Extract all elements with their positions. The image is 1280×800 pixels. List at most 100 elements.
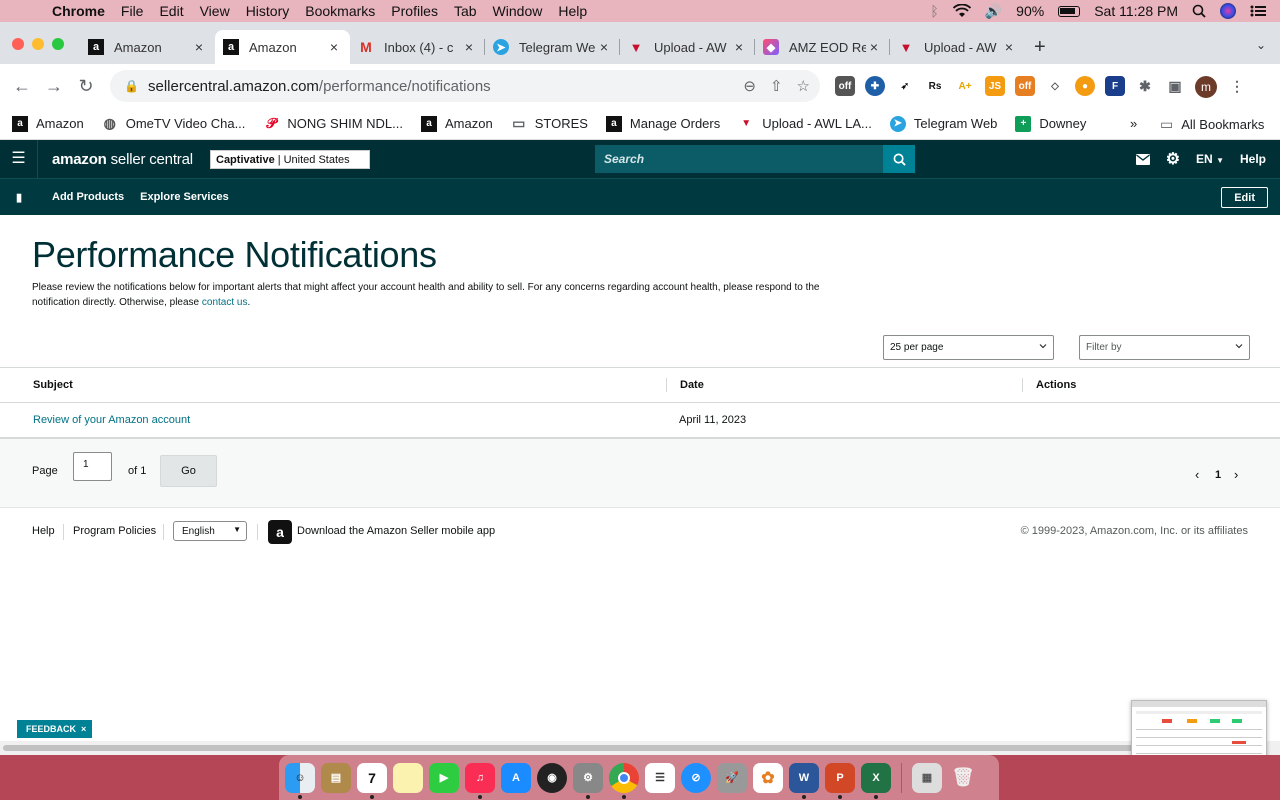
extension-off-icon[interactable]: off [835,76,855,96]
language-selector[interactable]: EN ▼ [1196,152,1224,166]
music-icon[interactable]: ♫ [465,762,495,799]
menu-view[interactable]: View [192,3,238,19]
system-preferences-icon[interactable]: ⚙ [573,762,603,799]
extension-rs-icon[interactable]: Rs [925,76,945,96]
store-switcher[interactable]: Captivative | United States [210,150,370,169]
close-tab-icon[interactable]: × [731,39,747,55]
contact-us-link[interactable]: contact us [202,297,248,308]
explore-services-link[interactable]: Explore Services [140,191,229,203]
notebook-app-icon[interactable]: ▤ [321,762,351,793]
word-icon[interactable]: W [789,762,819,799]
bookmark-telegram[interactable]: ➤ Telegram Web [889,115,997,132]
close-tab-icon[interactable]: × [461,39,477,55]
horizontal-scrollbar[interactable] [0,741,1280,755]
share-icon[interactable]: ⇧ [770,77,783,95]
extension-dart-icon[interactable]: ➶ [895,76,915,96]
footer-language-select[interactable]: English ▼ [173,521,247,541]
search-button[interactable] [883,145,915,173]
powerpoint-icon[interactable]: P [825,762,855,799]
tab-amazon-1[interactable]: a Amazon × [80,30,215,64]
close-tab-icon[interactable]: × [866,39,882,55]
photos-icon[interactable]: ✿ [753,762,783,793]
forward-button[interactable]: → [38,76,70,97]
zoom-window-button[interactable] [52,38,64,50]
safari-icon[interactable]: ⊘ [681,762,711,793]
siri-icon[interactable] [1220,3,1236,19]
program-policies-link[interactable]: Program Policies [73,525,156,537]
chrome-icon[interactable] [609,762,639,799]
extension-off2-icon[interactable]: off [1015,76,1035,96]
tab-amz-eod[interactable]: ◆ AMZ EOD Re × [755,30,890,64]
next-page-icon[interactable]: › [1234,467,1238,482]
seller-central-logo[interactable]: amazon seller central [52,151,193,168]
close-tab-icon[interactable]: × [326,39,342,55]
bookmarks-overflow-button[interactable]: » [1130,116,1137,131]
tab-upload-awl-2[interactable]: ▼ Upload - AW × [890,30,1025,64]
extension-f-icon[interactable]: F [1105,76,1125,96]
edit-button[interactable]: Edit [1221,187,1268,208]
notification-subject-link[interactable]: Review of your Amazon account [33,414,190,426]
menu-bookmarks[interactable]: Bookmarks [297,3,383,19]
menu-app-chrome[interactable]: Chrome [38,3,113,19]
feedback-button[interactable]: FEEDBACK × [17,720,93,738]
reminders-icon[interactable]: ☰ [645,762,675,793]
extension-cube-icon[interactable]: ◇ [1045,76,1065,96]
tab-search-chevron-icon[interactable]: ⌄ [1256,38,1266,52]
tab-upload-awl-1[interactable]: ▼ Upload - AW × [620,30,755,64]
bookmark-folder-stores[interactable]: ▭ STORES [511,115,588,132]
bookmark-icon[interactable]: ▮ [0,191,38,204]
downloads-stack-icon[interactable]: ▦ [912,762,942,793]
search-input[interactable]: Search [595,145,883,173]
notes-icon[interactable] [393,762,423,793]
menu-edit[interactable]: Edit [151,3,191,19]
bookmark-star-icon[interactable]: ☆ [797,77,810,95]
finder-icon[interactable]: ☺ [285,762,315,799]
back-button[interactable]: ← [6,76,38,97]
address-bar[interactable]: 🔒 sellercentral.amazon.com/performance/n… [110,70,820,102]
extension-orange-icon[interactable]: ● [1075,76,1095,96]
trash-icon[interactable]: 🗑 [948,763,978,793]
bookmark-downey[interactable]: + Downey [1015,115,1086,132]
zoom-icon[interactable]: ⊖ [743,77,756,95]
app-store-icon[interactable]: A [501,762,531,793]
footer-help-link[interactable]: Help [32,525,55,537]
mail-icon[interactable] [1135,153,1150,165]
previous-page-icon[interactable]: ‹ [1195,467,1199,482]
extension-js-icon[interactable]: JS [985,76,1005,96]
bookmark-ometv[interactable]: ◍ OmeTV Video Cha... [102,115,246,132]
bookmark-manage-orders[interactable]: a Manage Orders [605,115,720,132]
reload-button[interactable]: ↻ [70,76,102,97]
siri-dock-icon[interactable]: ◉ [537,762,567,793]
bookmark-nong-shim[interactable]: 𝒫 NONG SHIM NDL... [263,115,403,132]
control-center-icon[interactable] [1250,5,1266,17]
extensions-puzzle-icon[interactable]: ✱ [1135,76,1155,96]
filter-by-select[interactable]: Filter by [1079,335,1250,360]
extension-plus-icon[interactable]: A+ [955,76,975,96]
all-bookmarks-button[interactable]: ▭ All Bookmarks [1160,108,1264,140]
calendar-icon[interactable]: 7 [357,762,387,799]
page-number-input[interactable]: 1 [73,452,112,481]
menu-file[interactable]: File [113,3,152,19]
hamburger-menu-icon[interactable]: ☰ [0,140,38,178]
per-page-select[interactable]: 25 per page [883,335,1054,360]
chrome-menu-icon[interactable]: ⋮ [1227,76,1247,96]
scrollbar-thumb[interactable] [3,745,1223,751]
spotlight-search-icon[interactable] [1192,4,1206,18]
tab-amazon-2[interactable]: a Amazon × [215,30,350,64]
profile-avatar[interactable]: m [1195,76,1217,98]
new-tab-button[interactable]: + [1034,36,1046,59]
excel-icon[interactable]: X [861,762,891,799]
tab-gmail[interactable]: M Inbox (4) - c × [350,30,485,64]
bookmark-upload-awl[interactable]: ▼ Upload - AWL LA... [738,116,872,132]
bookmark-amazon-2[interactable]: a Amazon [421,115,493,132]
menu-window[interactable]: Window [485,3,551,19]
lock-icon[interactable]: 🔒 [124,79,139,93]
close-window-button[interactable] [12,38,24,50]
launchpad-icon[interactable]: 🚀 [717,762,747,793]
go-button[interactable]: Go [160,455,217,487]
add-products-link[interactable]: Add Products [52,191,124,203]
menu-tab[interactable]: Tab [446,3,485,19]
menu-help[interactable]: Help [550,3,595,19]
volume-icon[interactable]: 🔊 [985,3,1002,20]
bluetooth-icon[interactable]: ᛒ [930,3,938,19]
